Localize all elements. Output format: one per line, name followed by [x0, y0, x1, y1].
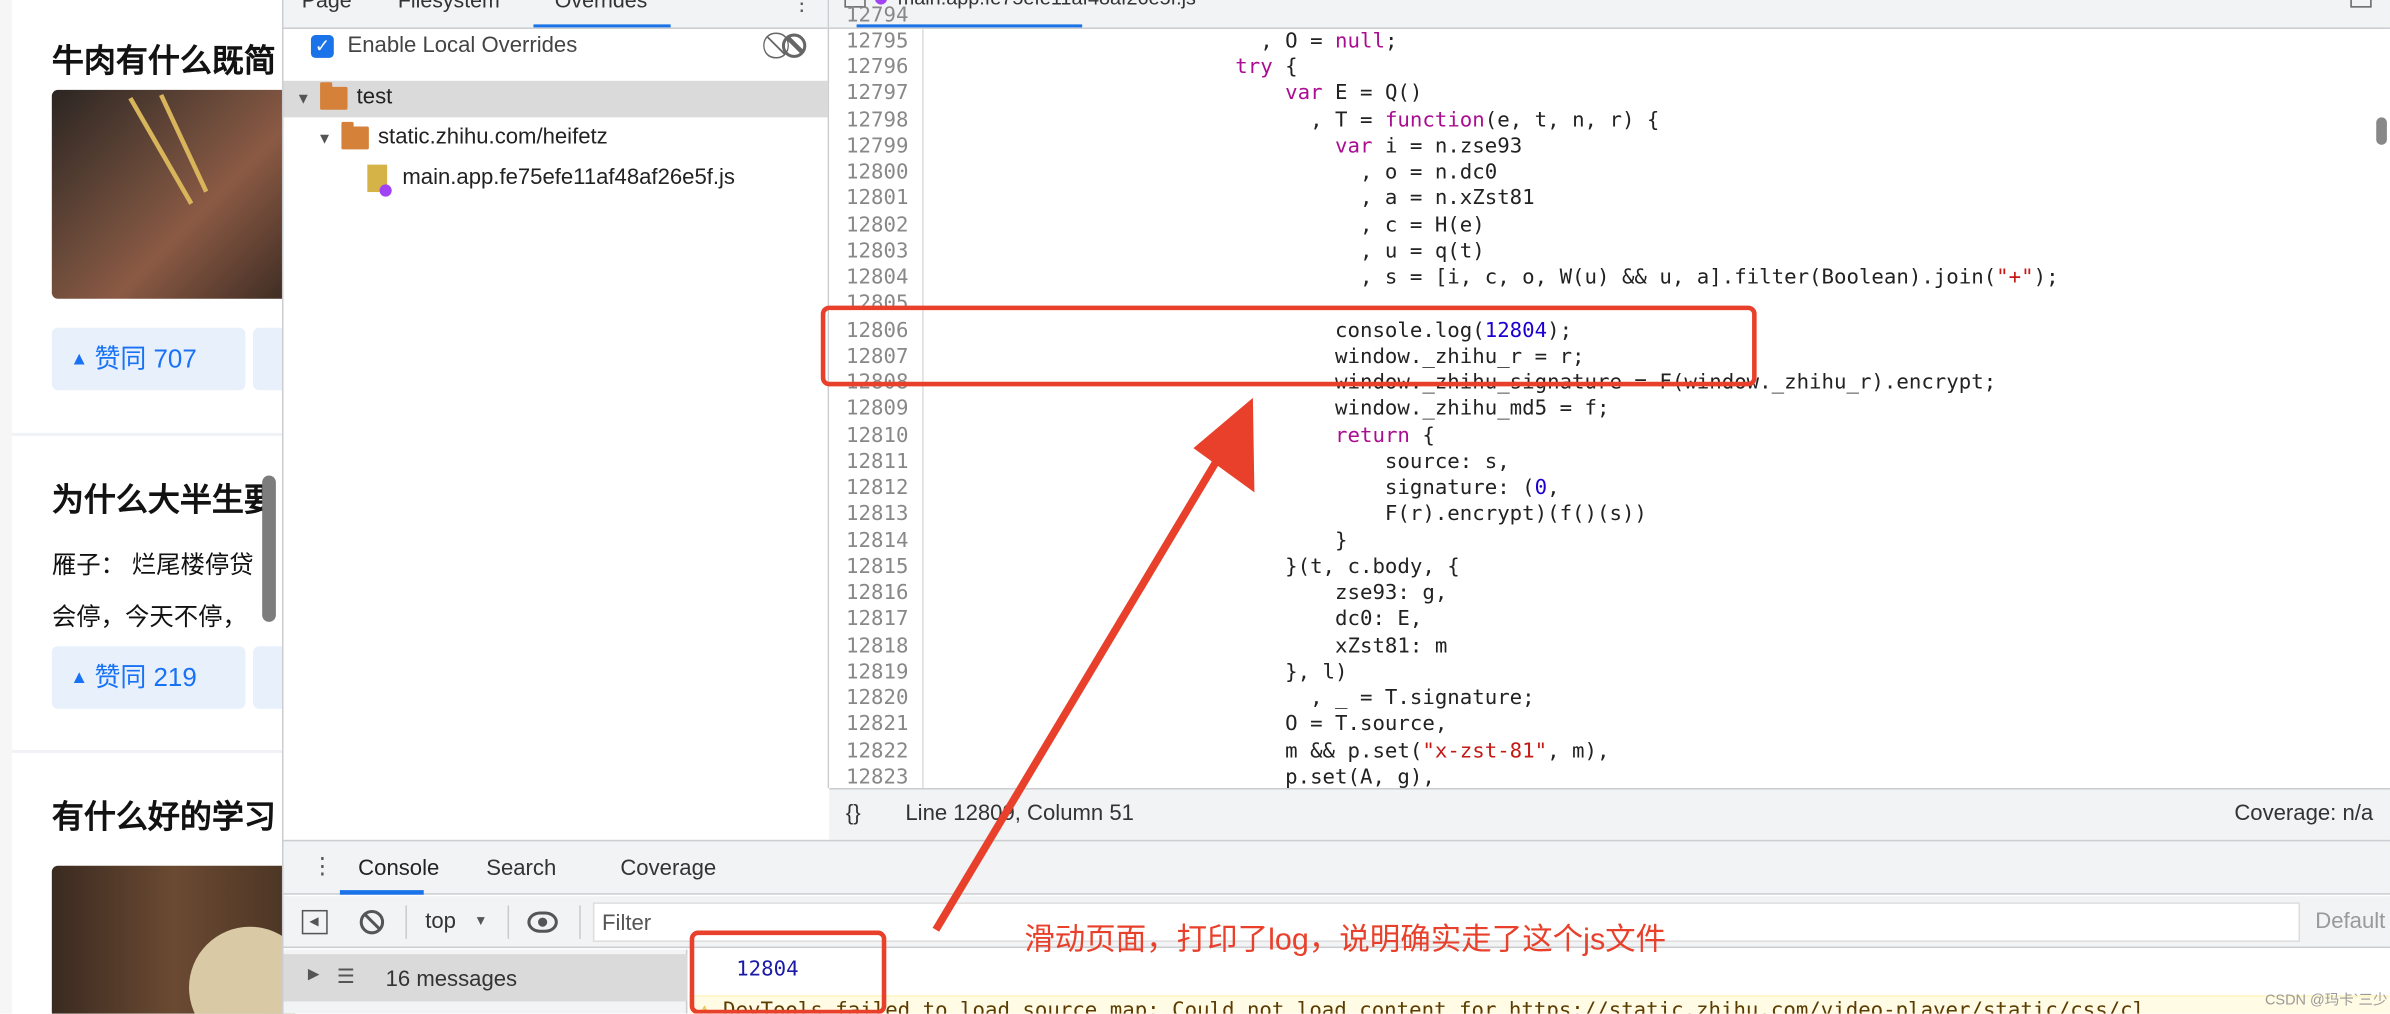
- highlight-box-console: [689, 930, 887, 1014]
- annotation-text: 滑动页面，打印了log，说明确实走了这个js文件: [1024, 923, 1667, 958]
- annotation-overlay: [689, 305, 1757, 1014]
- annotation-arrow-shaft: [932, 449, 1226, 932]
- highlight-box-code: [820, 305, 1757, 387]
